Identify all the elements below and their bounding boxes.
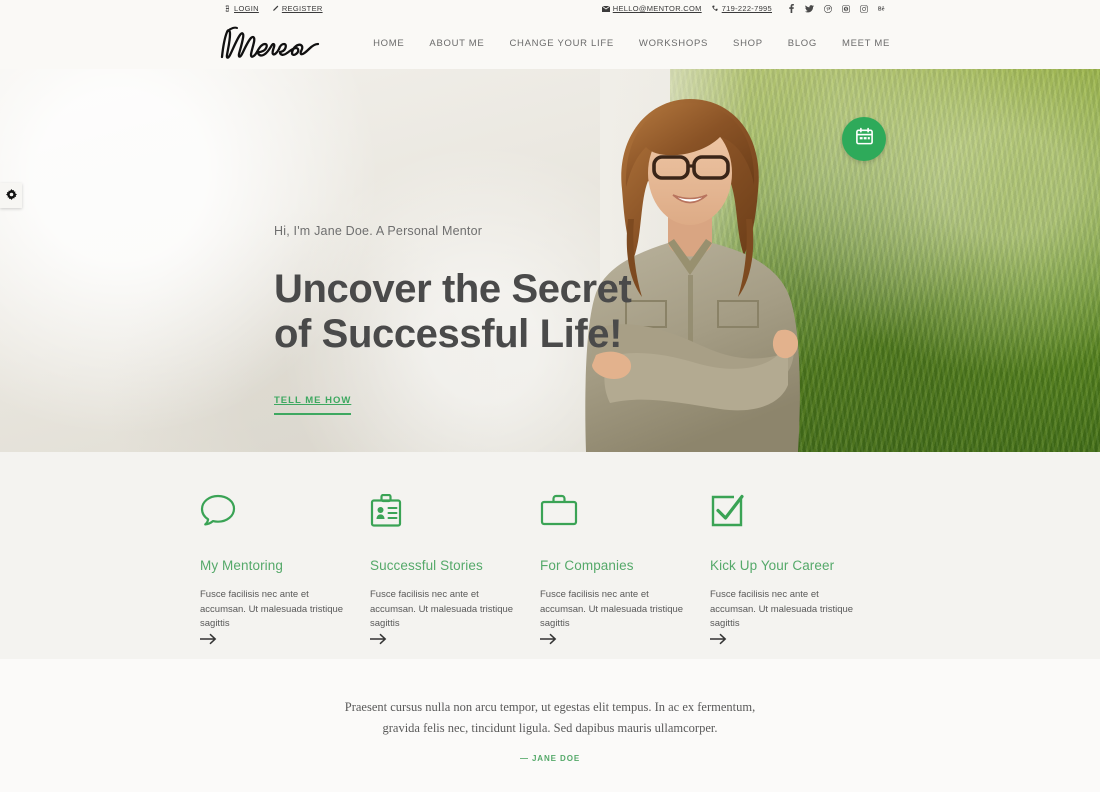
instagram-icon[interactable] — [860, 4, 868, 13]
nav-item-blog[interactable]: BLOG — [788, 38, 817, 49]
feature-card-successful-stories: Successful Stories Fusce facilisis nec a… — [370, 494, 540, 650]
twitter-icon[interactable] — [805, 4, 814, 13]
arrow-right-icon[interactable] — [540, 632, 558, 649]
social-links: Bē — [788, 4, 888, 13]
arrow-right-icon[interactable] — [370, 632, 388, 649]
top-bar-right: HELLO@MENTOR.COM 719-222-7995 Bē — [601, 4, 888, 13]
testimonial-section: Praesent cursus nulla non arcu tempor, u… — [0, 659, 1100, 792]
login-label: LOGIN — [234, 4, 259, 13]
nav-item-meet-me[interactable]: MEET ME — [842, 38, 890, 49]
feature-card-kick-up-your-career: Kick Up Your Career Fusce facilisis nec … — [710, 494, 880, 650]
site-header: HOME ABOUT ME CHANGE YOUR LIFE WORKSHOPS… — [0, 17, 1100, 69]
arrow-right-icon[interactable] — [200, 632, 218, 649]
features-list: My Mentoring Fusce facilisis nec ante et… — [200, 494, 900, 650]
checkbox-check-icon — [710, 494, 880, 536]
nav-item-about-me[interactable]: ABOUT ME — [429, 38, 484, 49]
top-bar-left: LOGIN REGISTER — [224, 4, 323, 13]
features-section: My Mentoring Fusce facilisis nec ante et… — [0, 452, 1100, 659]
hero-subtitle: Hi, I'm Jane Doe. A Personal Mentor — [274, 224, 483, 238]
feature-text: Fusce facilisis nec ante et accumsan. Ut… — [710, 589, 854, 630]
booking-calendar-button[interactable] — [842, 117, 886, 161]
svg-text:Bē: Bē — [878, 6, 885, 12]
nav-item-workshops[interactable]: WORKSHOPS — [639, 38, 708, 49]
speech-bubble-icon — [200, 494, 370, 536]
testimonial-author: — JANE DOE — [519, 753, 581, 763]
calendar-icon — [855, 127, 874, 151]
testimonial-quote: Praesent cursus nulla non arcu tempor, u… — [344, 700, 756, 736]
phone-icon — [711, 5, 719, 12]
pencil-icon — [272, 5, 279, 12]
tell-me-how-button[interactable]: TELL ME HOW — [274, 395, 352, 415]
page-bottom-strip — [0, 792, 1100, 800]
feature-card-my-mentoring: My Mentoring Fusce facilisis nec ante et… — [200, 494, 370, 650]
id-badge-icon — [370, 494, 540, 536]
feature-title: Kick Up Your Career — [710, 558, 835, 573]
envelope-icon — [601, 5, 610, 12]
register-link[interactable]: REGISTER — [272, 4, 323, 13]
settings-panel-toggle[interactable] — [0, 183, 22, 208]
hero-title: Uncover the Secret of Successful Life! — [274, 267, 632, 357]
feature-text: Fusce facilisis nec ante et accumsan. Ut… — [370, 589, 514, 630]
email-link[interactable]: HELLO@MENTOR.COM — [601, 4, 702, 13]
pinterest-icon[interactable] — [824, 4, 832, 13]
gear-icon — [5, 187, 17, 205]
main-nav: HOME ABOUT ME CHANGE YOUR LIFE WORKSHOPS… — [373, 17, 890, 69]
hero-title-line-1: Uncover the Secret — [274, 267, 632, 311]
nav-item-shop[interactable]: SHOP — [733, 38, 763, 49]
feature-text: Fusce facilisis nec ante et accumsan. Ut… — [200, 589, 344, 630]
arrow-right-icon[interactable] — [710, 632, 728, 649]
phone-label: 719-222-7995 — [721, 4, 772, 13]
hero-section: Hi, I'm Jane Doe. A Personal Mentor Unco… — [0, 69, 1100, 452]
briefcase-icon — [540, 494, 710, 536]
register-label: REGISTER — [281, 4, 323, 13]
feature-card-for-companies: For Companies Fusce facilisis nec ante e… — [540, 494, 710, 650]
feature-text: Fusce facilisis nec ante et accumsan. Ut… — [540, 589, 684, 630]
site-logo[interactable] — [214, 21, 324, 65]
nav-item-home[interactable]: HOME — [373, 38, 404, 49]
feature-title: For Companies — [540, 558, 634, 573]
page-root: LOGIN REGISTER HELLO@MENTOR.COM 719-222-… — [0, 0, 1100, 800]
nav-item-change-your-life[interactable]: CHANGE YOUR LIFE — [509, 38, 613, 49]
phone-link[interactable]: 719-222-7995 — [711, 4, 772, 13]
hero-title-line-2: of Successful Life! — [274, 311, 623, 356]
top-bar: LOGIN REGISTER HELLO@MENTOR.COM 719-222-… — [0, 0, 1100, 17]
login-icon — [224, 5, 231, 12]
feature-title: My Mentoring — [200, 558, 283, 573]
facebook-icon[interactable] — [788, 4, 795, 13]
login-link[interactable]: LOGIN — [224, 4, 259, 13]
email-label: HELLO@MENTOR.COM — [612, 4, 702, 13]
skype-icon[interactable] — [842, 4, 850, 13]
hero-copy: Hi, I'm Jane Doe. A Personal Mentor Unco… — [274, 224, 632, 415]
behance-icon[interactable]: Bē — [878, 5, 888, 12]
feature-title: Successful Stories — [370, 558, 483, 573]
